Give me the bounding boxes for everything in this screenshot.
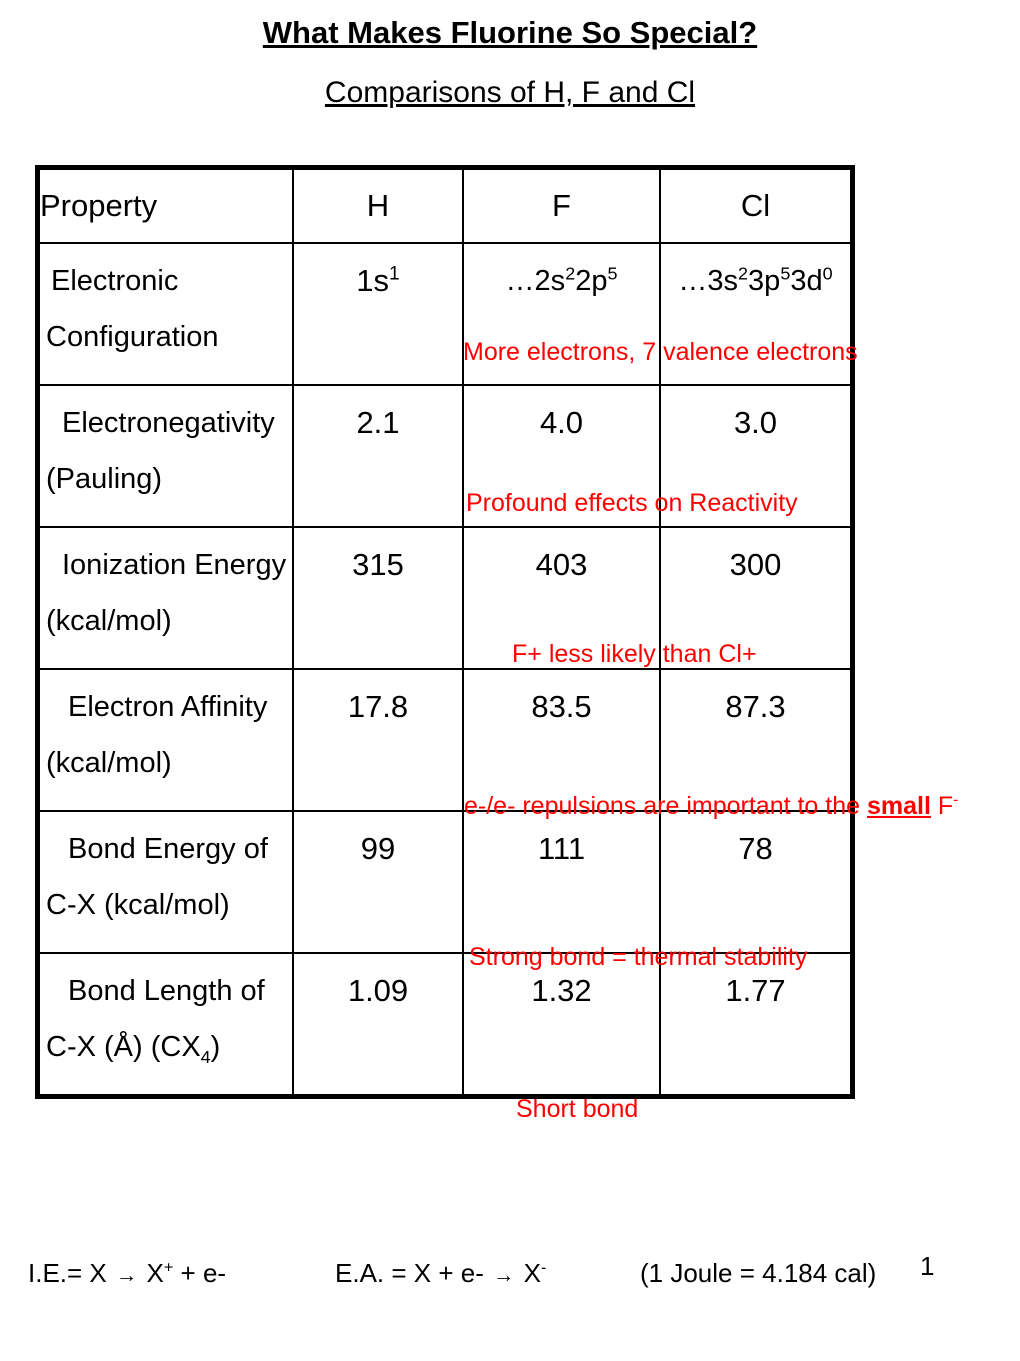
value-f: 4.0 [539,405,584,440]
value-f: 83.5 [531,689,592,724]
value-cell-f: 111 [462,810,661,954]
property-line-2: (kcal/mol) [46,605,172,637]
annotation-bond-length: Short bond [516,1095,639,1123]
value-cell-cl: 87.3 [659,668,850,812]
property-line-2: C-X (kcal/mol) [46,889,230,921]
arrow-icon: → [116,1263,138,1287]
header-h: H [292,170,464,244]
page-title: What Makes Fluorine So Special? [262,15,758,50]
property-cell: Electron Affinity (kcal/mol) [40,668,294,812]
value-cell-cl: 1.77 [659,952,850,1094]
property-line-1: Electronegativity [62,407,275,439]
value-h: 315 [352,547,404,582]
value-cell-cl: 78 [659,810,850,954]
value-cell-f: 83.5 [462,668,661,812]
value-cell-h: 17.8 [292,668,464,812]
footer-conversion: (1 Joule = 4.184 cal) [640,1258,877,1288]
property-cell: Bond Energy of C-X (kcal/mol) [40,810,294,954]
annotation-prefix: e-/e- repulsions are important to the [464,792,867,820]
property-cell: Bond Length of C-X (Å) (CX4) [40,952,294,1094]
page-subtitle: Comparisons of H, F and Cl [324,76,696,109]
property-line-2: C-X (Å) (CX4) [46,1031,221,1067]
annotation-ionization-energy: F+ less likely than Cl+ [512,640,757,668]
property-line-1: Ionization Energy [62,549,287,581]
value-h: 17.8 [347,689,409,724]
value-f: 403 [535,547,588,582]
annotation-bond-energy: Strong bond = thermal stability [469,943,808,971]
value-cl: …3s23p53d0 [678,263,833,297]
header-f: F [462,170,661,244]
footer-electron-affinity: E.A. = X + e- → X- [335,1258,547,1288]
property-line-1: Bond Energy of [68,833,268,865]
table-row: Bond Energy of C-X (kcal/mol) 99 111 78 [40,810,850,954]
property-cell: Ionization Energy (kcal/mol) [40,526,294,670]
value-cl: 3.0 [733,405,778,440]
page-number: 1 [920,1251,935,1281]
annotation-emphasis: small [866,792,931,820]
value-cl: 78 [738,831,773,866]
property-line-1: Electron Affinity [68,691,268,723]
table-row: Electron Affinity (kcal/mol) 17.8 83.5 8… [40,668,850,812]
annotation-electronic-configuration: More electrons, 7 valence electrons [463,338,858,366]
value-cell-h: 2.1 [292,384,464,528]
annotation-electronegativity: Profound effects on Reactivity [466,489,798,517]
value-cell-h: 1.09 [292,952,464,1094]
property-cell: Electronegativity (Pauling) [40,384,294,528]
value-h: 1.09 [347,973,409,1008]
value-cl: 300 [729,547,782,582]
footer-ionization-energy: I.E.= X → X+ + e- [28,1258,227,1288]
property-line-2: (kcal/mol) [46,747,172,779]
header-property: Property [40,170,294,244]
value-h: 1s1 [356,263,400,298]
title-block: What Makes Fluorine So Special? Comparis… [0,14,1020,112]
value-f: …2s22p5 [505,263,618,297]
value-f: 111 [537,831,586,866]
property-cell: Electronic Configuration [40,242,294,386]
value-cell-h: 1s1 [292,242,464,386]
annotation-electron-affinity: e-/e- repulsions are important to the sm… [464,792,958,820]
property-line-2: (Pauling) [46,463,163,495]
property-line-2: Configuration [46,321,219,353]
arrow-icon: → [493,1263,515,1287]
value-h: 99 [360,831,396,866]
value-h: 2.1 [356,405,400,440]
property-line-1: Bond Length of [68,975,265,1007]
annotation-suffix: F- [930,791,959,820]
header-cl: Cl [659,170,850,244]
table-row: Bond Length of C-X (Å) (CX4) 1.09 1.32 1… [40,952,850,1094]
value-cell-h: 99 [292,810,464,954]
table-header-row: Property H F Cl [40,170,850,244]
property-line-1: Electronic [51,265,179,297]
value-cell-h: 315 [292,526,464,670]
value-cl: 87.3 [725,689,786,724]
value-cell-f: 1.32 [462,952,661,1094]
